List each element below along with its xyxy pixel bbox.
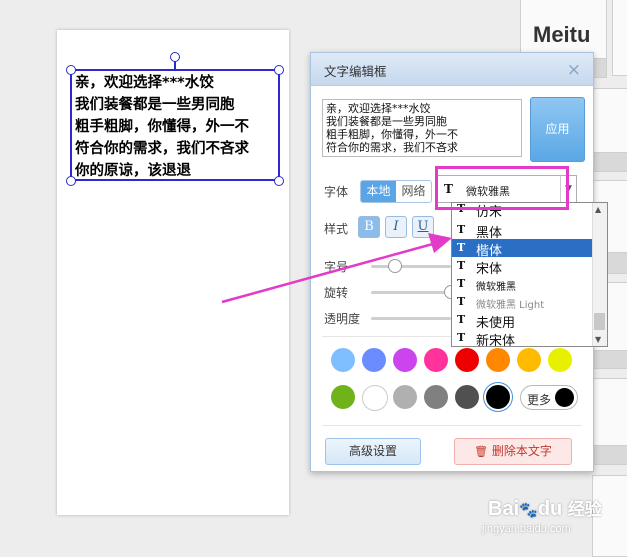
watermark-url: jingyan.baidu.com bbox=[482, 523, 571, 535]
baidu-watermark: Bai🐾du 经验 bbox=[488, 498, 602, 520]
annotation-arrow bbox=[221, 233, 452, 304]
